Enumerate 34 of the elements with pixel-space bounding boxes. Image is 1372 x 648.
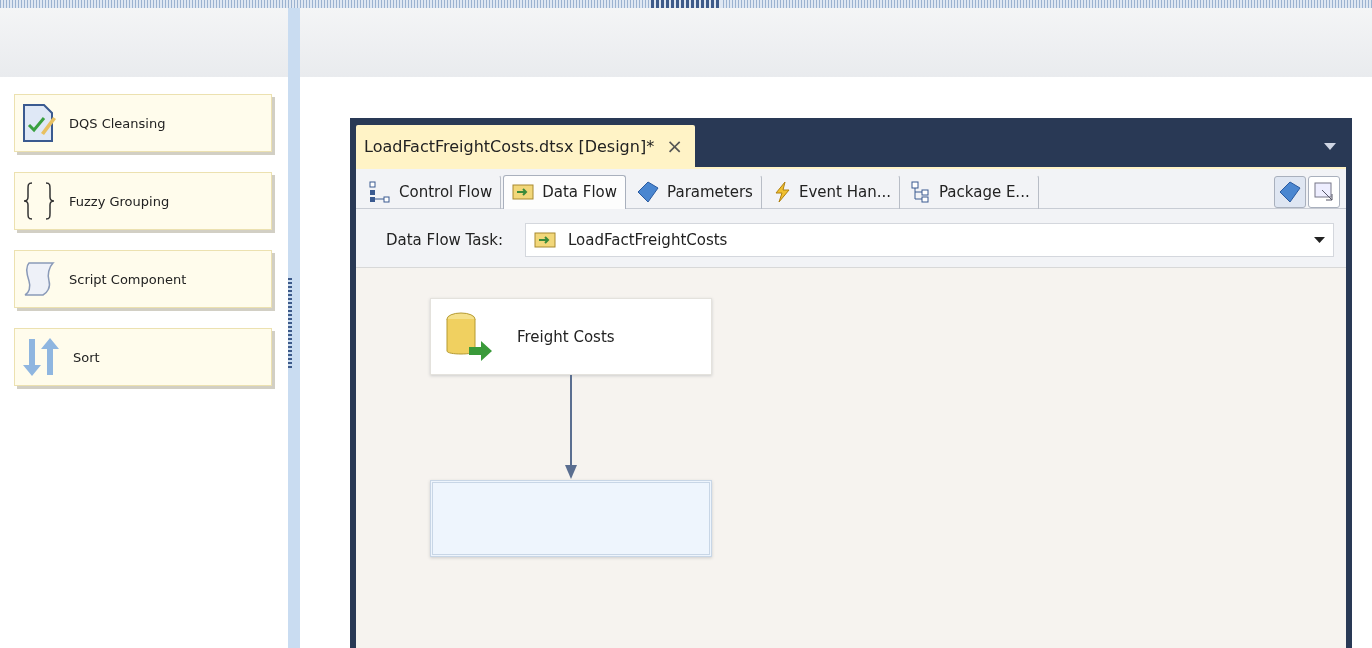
drag-grip[interactable] [651, 0, 721, 8]
database-icon [445, 310, 493, 363]
dropdown-arrow-icon[interactable] [1324, 143, 1336, 151]
toolbox-item[interactable]: DQS Cleansing [14, 94, 272, 152]
document-tab[interactable]: LoadFactFreightCosts.dtsx [Design]* × [356, 125, 695, 167]
caret-icon [1314, 236, 1325, 244]
toolbox-item[interactable]: Script Component [14, 250, 272, 308]
designer-tab[interactable]: Event Han... [763, 174, 900, 209]
source-component-node[interactable]: Freight Costs [430, 298, 712, 375]
data-flow-icon [512, 183, 535, 201]
task-label: Data Flow Task: [386, 231, 504, 249]
curly-braces-icon [21, 181, 57, 221]
sort-arrows-icon [21, 337, 61, 377]
data-flow-icon [534, 231, 557, 249]
splitter[interactable] [288, 8, 300, 648]
designer-tab[interactable]: Parameters [628, 174, 762, 209]
task-dropdown[interactable]: LoadFactFreightCosts [525, 223, 1334, 257]
checked-document-icon [21, 103, 57, 143]
toolbox-item[interactable]: Fuzzy Grouping [14, 172, 272, 230]
cube-toggle-button[interactable] [1274, 175, 1306, 208]
tree-icon [910, 181, 931, 203]
cube-icon [1279, 180, 1301, 203]
connector-arrow[interactable] [564, 375, 578, 480]
close-button[interactable]: × [664, 134, 685, 158]
flow-diagram-icon [369, 181, 391, 203]
empty-component-node[interactable] [430, 480, 712, 557]
designer-tab[interactable]: Control Flow [360, 174, 502, 209]
splitter-grip[interactable] [288, 278, 292, 368]
designer-tab[interactable]: Package E... [901, 174, 1039, 209]
cube-icon [637, 181, 660, 203]
toolbox-item[interactable]: Sort [14, 328, 272, 386]
window-arrow-icon [1313, 180, 1335, 203]
designer-tab[interactable]: Data Flow [503, 174, 627, 209]
lightning-icon [772, 181, 791, 203]
